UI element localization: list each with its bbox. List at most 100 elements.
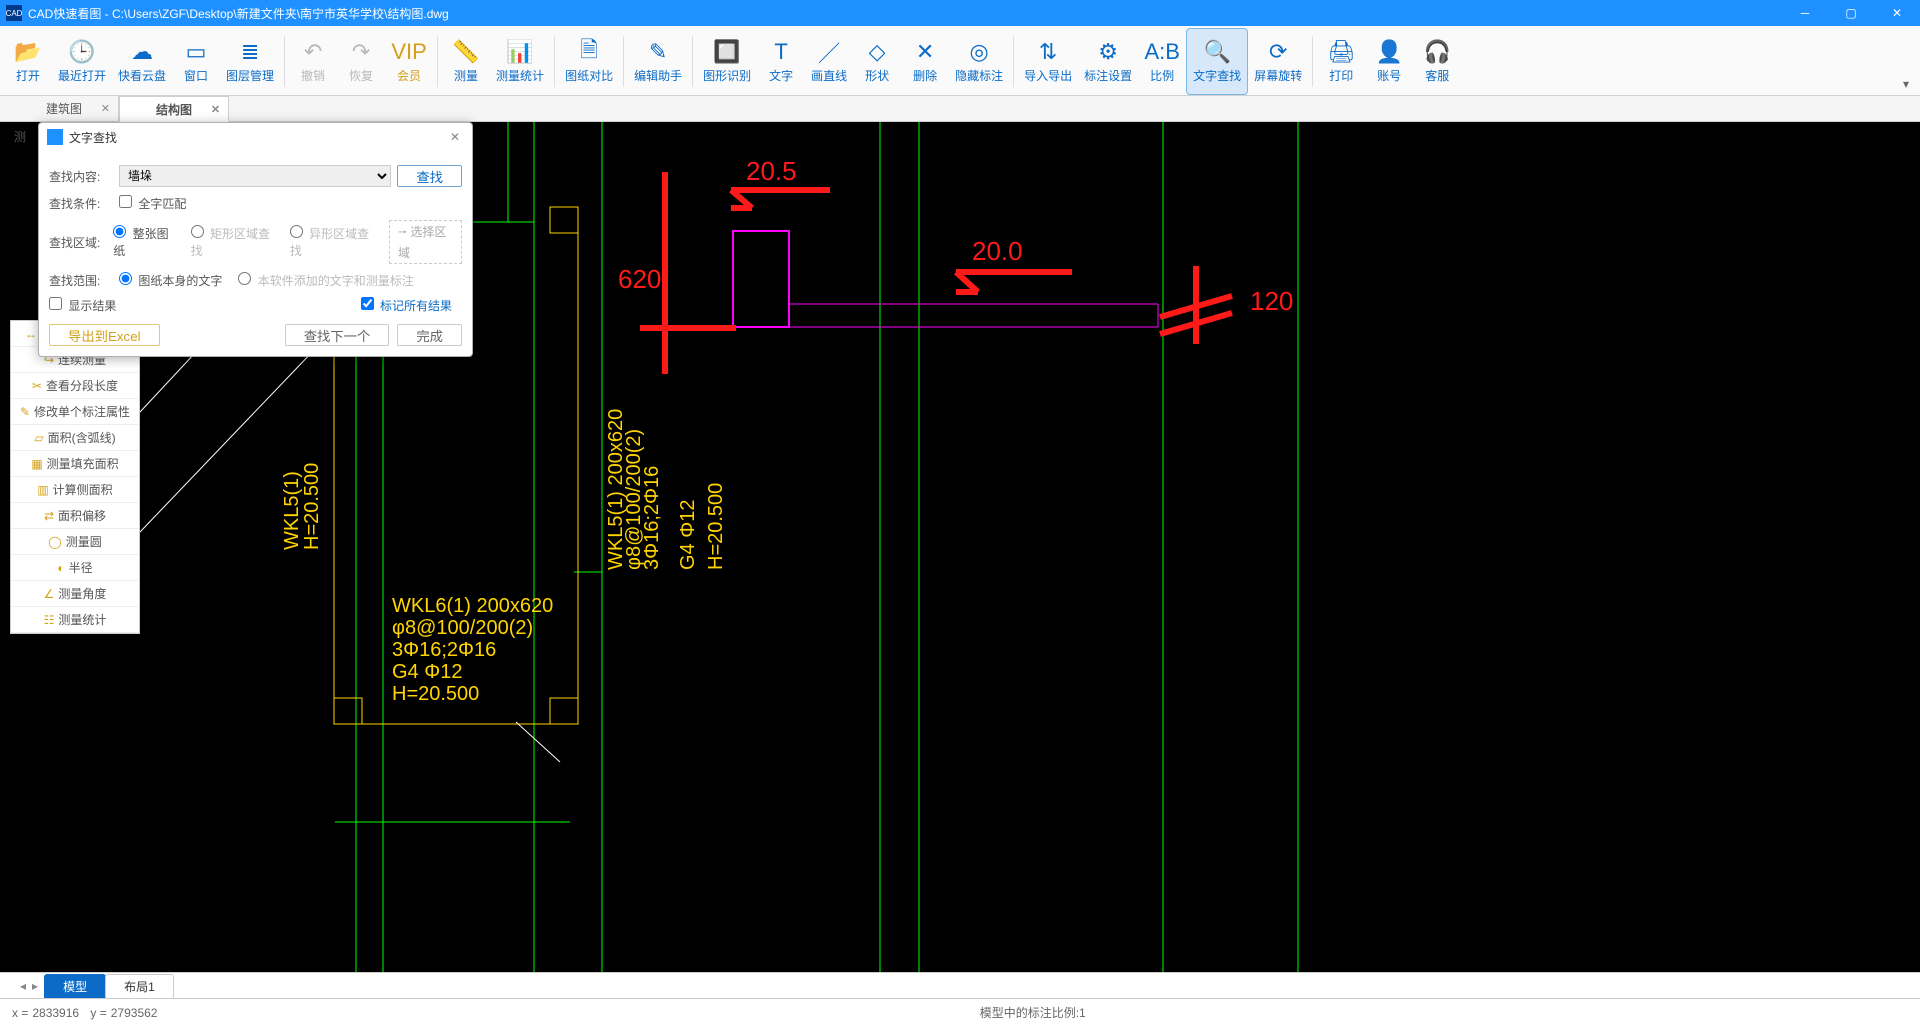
tool-窗口[interactable]: ▭窗口 [172, 28, 220, 95]
canvas-area[interactable]: 测 [0, 122, 1920, 972]
tool-账号[interactable]: 👤账号 [1365, 28, 1413, 95]
dialog-close-button[interactable]: ✕ [446, 130, 464, 144]
tool-测量[interactable]: 📏测量 [442, 28, 490, 95]
minimize-button[interactable]: ─ [1782, 0, 1828, 26]
scale-text: 模型中的标注比例:1 [157, 1004, 1908, 1021]
tool-比例[interactable]: A:B比例 [1138, 28, 1186, 95]
tool-label: 打开 [16, 67, 40, 84]
measure-修改单个标注属性[interactable]: ✎修改单个标注属性 [11, 399, 139, 425]
tool-icon: 📊 [506, 39, 533, 65]
tool-label: 图层管理 [226, 67, 274, 84]
scope-added-radio[interactable]: 本软件添加的文字和测量标注 [238, 272, 413, 289]
measure-测量统计[interactable]: ☷测量统计 [11, 607, 139, 633]
tool-icon: 🎧 [1424, 39, 1451, 65]
tool-隐藏标注[interactable]: ◎隐藏标注 [949, 28, 1009, 95]
tool-形状[interactable]: ◇形状 [853, 28, 901, 95]
btab-模型[interactable]: 模型 [44, 974, 106, 998]
tool-label: 打印 [1329, 67, 1353, 84]
tool-label: 文字查找 [1193, 67, 1241, 84]
tool-图层管理[interactable]: ≣图层管理 [220, 28, 280, 95]
tool-icon: ◇ [869, 39, 886, 65]
measure-面积偏移[interactable]: ⇄面积偏移 [11, 503, 139, 529]
export-excel-button[interactable]: 导出到Excel [49, 324, 160, 346]
tool-画直线[interactable]: ／画直线 [805, 28, 853, 95]
tool-客服[interactable]: 🎧客服 [1413, 28, 1461, 95]
tool-icon: 📂 [14, 39, 41, 65]
tool-编辑助手[interactable]: ✎编辑助手 [628, 28, 688, 95]
tool-屏幕旋转[interactable]: ⟳屏幕旋转 [1248, 28, 1308, 95]
tool-最近打开[interactable]: 🕒最近打开 [52, 28, 112, 95]
tool-icon: 👤 [1376, 39, 1403, 65]
tool-会员[interactable]: VIP会员 [385, 28, 433, 95]
find-next-button[interactable]: 查找下一个 [285, 324, 390, 346]
coord-y-label: y = [90, 1006, 106, 1020]
mark-all-checkbox[interactable]: 标记所有结果 [361, 297, 452, 314]
label-wkl5c5: H=20.500 [705, 483, 727, 570]
measure-计算侧面积[interactable]: ▥计算侧面积 [11, 477, 139, 503]
tab-close-icon[interactable]: ✕ [211, 103, 220, 116]
tool-icon: 🗎 [580, 39, 598, 65]
label-wkl6e: H=20.500 [392, 683, 479, 705]
btab-布局1[interactable]: 布局1 [105, 974, 174, 998]
bottom-tabs: ◂ ▸ 模型布局1 [0, 972, 1920, 998]
document-tabs: 建筑图✕结构图✕ [0, 96, 1920, 122]
measure-测量角度[interactable]: ∠测量角度 [11, 581, 139, 607]
toolbar-overflow[interactable]: ▾ [1896, 28, 1916, 95]
tool-快看云盘[interactable]: ☁快看云盘 [112, 28, 172, 95]
label-wkl5c4: G4 Φ12 [677, 500, 699, 570]
scope-self-radio[interactable]: 图纸本身的文字 [119, 272, 222, 289]
measure-icon: ⇄ [44, 509, 54, 523]
measure-查看分段长度[interactable]: ✂查看分段长度 [11, 373, 139, 399]
full-match-checkbox[interactable]: 全字匹配 [119, 195, 186, 212]
tool-label: 标注设置 [1084, 67, 1132, 84]
tool-label: 图形识别 [703, 67, 751, 84]
tool-打印[interactable]: 🖨 打印 [1317, 28, 1365, 95]
area-poly-radio[interactable]: 异形区域查找 [290, 225, 373, 259]
tool-文字[interactable]: T 文字 [757, 28, 805, 95]
tool-icon: 🖨 [1327, 39, 1355, 65]
close-button[interactable]: ✕ [1874, 0, 1920, 26]
label-wkl6d: G4 Φ12 [392, 661, 462, 683]
tool-图形识别[interactable]: 🔲图形识别 [697, 28, 757, 95]
measure-icon: ◯ [48, 535, 61, 549]
measure-测量填充面积[interactable]: ▦测量填充面积 [11, 451, 139, 477]
main-toolbar: 📂打开🕒最近打开☁快看云盘▭窗口≣图层管理↶撤销↷恢复VIP会员📏测量📊测量统计… [0, 26, 1920, 96]
tool-删除[interactable]: ✕删除 [901, 28, 949, 95]
done-button[interactable]: 完成 [397, 324, 462, 346]
tool-icon: T [774, 39, 787, 65]
tool-icon: ☁ [131, 39, 153, 65]
tool-文字查找[interactable]: 🔍文字查找 [1186, 28, 1248, 95]
area-rect-radio[interactable]: 矩形区域查找 [191, 225, 274, 259]
label-wkl6c: 3Φ16;2Φ16 [392, 639, 496, 661]
find-button[interactable]: 查找 [397, 165, 462, 187]
area-whole-radio[interactable]: 整张图纸 [113, 225, 174, 259]
tool-图纸对比[interactable]: 🗎图纸对比 [559, 28, 619, 95]
tool-恢复: ↷恢复 [337, 28, 385, 95]
show-results-checkbox[interactable]: 显示结果 [49, 297, 116, 314]
tool-打开[interactable]: 📂 打开 [4, 28, 52, 95]
tool-label: 文字 [769, 67, 793, 84]
find-content-input[interactable]: 墙垛 [119, 165, 391, 187]
measure-面积(含弧线)[interactable]: ▱面积(含弧线) [11, 425, 139, 451]
find-content-label: 查找内容: [49, 168, 113, 185]
tool-测量统计[interactable]: 📊测量统计 [490, 28, 550, 95]
tool-导入导出[interactable]: ⇅导入导出 [1018, 28, 1078, 95]
tab-结构图[interactable]: 结构图✕ [119, 96, 229, 122]
maximize-button[interactable]: ▢ [1828, 0, 1874, 26]
tab-close-icon[interactable]: ✕ [101, 102, 110, 115]
btab-prev[interactable]: ◂ [20, 979, 26, 993]
btab-next[interactable]: ▸ [32, 979, 38, 993]
tool-label: 撤销 [301, 67, 325, 84]
measure-测量圆[interactable]: ◯测量圆 [11, 529, 139, 555]
measure-icon: ▦ [31, 457, 42, 471]
measure-半径[interactable]: ◐半径 [11, 555, 139, 581]
tab-建筑图[interactable]: 建筑图✕ [10, 96, 119, 121]
label-wkl6b: φ8@100/200(2) [392, 617, 533, 639]
tool-icon: A:B [1144, 39, 1179, 65]
tool-标注设置[interactable]: ⚙ 标注设置 [1078, 28, 1138, 95]
dim-620: 620 [618, 264, 661, 294]
measure-icon: ◐ [57, 561, 64, 575]
tool-icon: ✎ [649, 39, 667, 65]
tool-icon: ⚙ [1098, 39, 1118, 65]
tool-icon: ⟳ [1269, 39, 1287, 65]
